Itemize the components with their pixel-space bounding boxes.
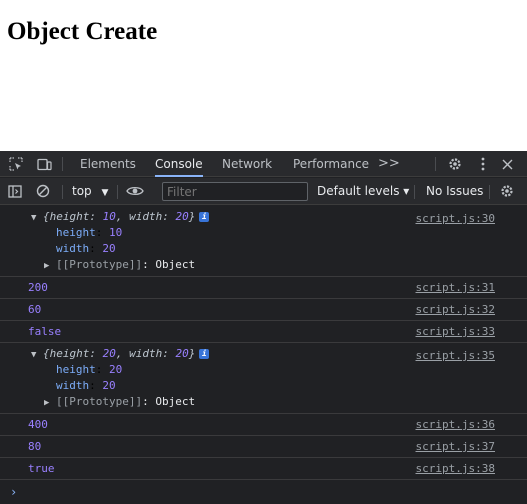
toolbar-separator [117,185,118,199]
issues-button[interactable]: No Issues [426,178,483,205]
source-link[interactable]: script.js:35 [416,349,495,362]
filter-input[interactable] [162,182,308,201]
page-heading: Object Create [7,18,158,45]
console-output: ▼ {height: 10, width: 20} i height: 10 wid… [0,206,527,504]
device-toolbar-icon[interactable] [35,155,53,173]
property-value: 20 [102,379,116,392]
console-message-object[interactable]: ▼ {height: 20, width: 20} i height: 20 wid… [0,343,527,414]
object-property: width: 20 [56,242,116,255]
summary-width-value: 20 [175,210,189,223]
eye-icon[interactable] [126,182,144,200]
source-link[interactable]: script.js:38 [416,462,495,475]
object-property: height: 10 [56,226,123,239]
source-link[interactable]: script.js:33 [416,325,495,338]
summary-width-value: 20 [175,347,189,360]
devtools-panel: Elements Console Network Performance >> … [0,151,527,504]
console-message: 400 script.js:36 [0,414,527,436]
console-toolbar: top ▼ Default levels ▾ No Issues [0,178,527,205]
toolbar-separator [489,185,490,199]
console-prompt[interactable]: › [0,480,527,504]
summary-text: } [188,210,196,223]
expand-triangle-icon[interactable]: ▶ [44,395,56,411]
expand-triangle-icon[interactable]: ▼ [31,210,43,226]
summary-height-value: 10 [102,210,116,223]
expand-triangle-icon[interactable]: ▼ [31,347,43,363]
console-message: true script.js:38 [0,458,527,480]
prototype-row[interactable]: ▶ [[Prototype]]: Object [0,257,527,273]
object-property: width: 20 [56,379,116,392]
prototype-row[interactable]: ▶ [[Prototype]]: Object [0,394,527,410]
console-message: 200 script.js:31 [0,277,527,299]
log-levels-dropdown[interactable]: Default levels ▾ [317,178,409,205]
property-key: height [56,226,96,239]
prototype-value: Object [155,258,196,271]
console-message: 60 script.js:32 [0,299,527,321]
console-message: false script.js:33 [0,321,527,343]
tab-separator [435,157,436,171]
summary-text: , width: [115,210,176,223]
console-message: 80 script.js:37 [0,436,527,458]
object-property: height: 20 [56,363,123,376]
clear-console-icon[interactable] [34,182,52,200]
source-link[interactable]: script.js:32 [416,303,495,316]
console-message-object[interactable]: ▼ {height: 10, width: 20} i height: 10 wid… [0,206,527,277]
kebab-menu-icon[interactable] [474,155,492,173]
property-value: 10 [109,226,123,239]
devtools-tabbar: Elements Console Network Performance >> [0,151,527,177]
tab-performance[interactable]: Performance [293,151,369,177]
tab-network[interactable]: Network [222,151,272,177]
source-link[interactable]: script.js:37 [416,440,495,453]
context-selector[interactable]: top ▼ [72,178,108,207]
property-value: 20 [109,363,123,376]
property-value: 20 [102,242,116,255]
source-link[interactable]: script.js:31 [416,281,495,294]
toolbar-separator [414,185,415,199]
summary-height-value: 20 [102,347,116,360]
prototype-key: [[Prototype]] [56,258,143,271]
page-body: Object Create [0,0,527,151]
info-icon[interactable]: i [199,212,210,222]
tab-console[interactable]: Console [155,151,203,177]
summary-text: {height: [43,210,103,223]
source-link[interactable]: script.js:30 [416,212,495,225]
prototype-key: [[Prototype]] [56,395,143,408]
console-settings-gear-icon[interactable] [498,182,516,200]
expand-triangle-icon[interactable]: ▶ [44,258,56,274]
tab-elements[interactable]: Elements [80,151,136,177]
sidebar-toggle-icon[interactable] [6,182,24,200]
settings-gear-icon[interactable] [446,155,464,173]
info-icon[interactable]: i [199,349,210,359]
context-label: top [72,184,92,198]
dropdown-arrow-icon: ▼ [101,188,109,198]
source-link[interactable]: script.js:36 [416,418,495,431]
prototype-value: Object [155,395,196,408]
property-key: width [56,242,90,255]
toolbar-separator [62,185,63,199]
more-tabs-button[interactable]: >> [378,151,400,177]
summary-text: {height: [43,347,103,360]
close-icon[interactable] [498,155,516,173]
property-key: height [56,363,96,376]
summary-text: } [188,347,196,360]
summary-text: , width: [115,347,176,360]
tab-separator [62,157,63,171]
property-key: width [56,379,90,392]
inspect-element-icon[interactable] [7,155,25,173]
